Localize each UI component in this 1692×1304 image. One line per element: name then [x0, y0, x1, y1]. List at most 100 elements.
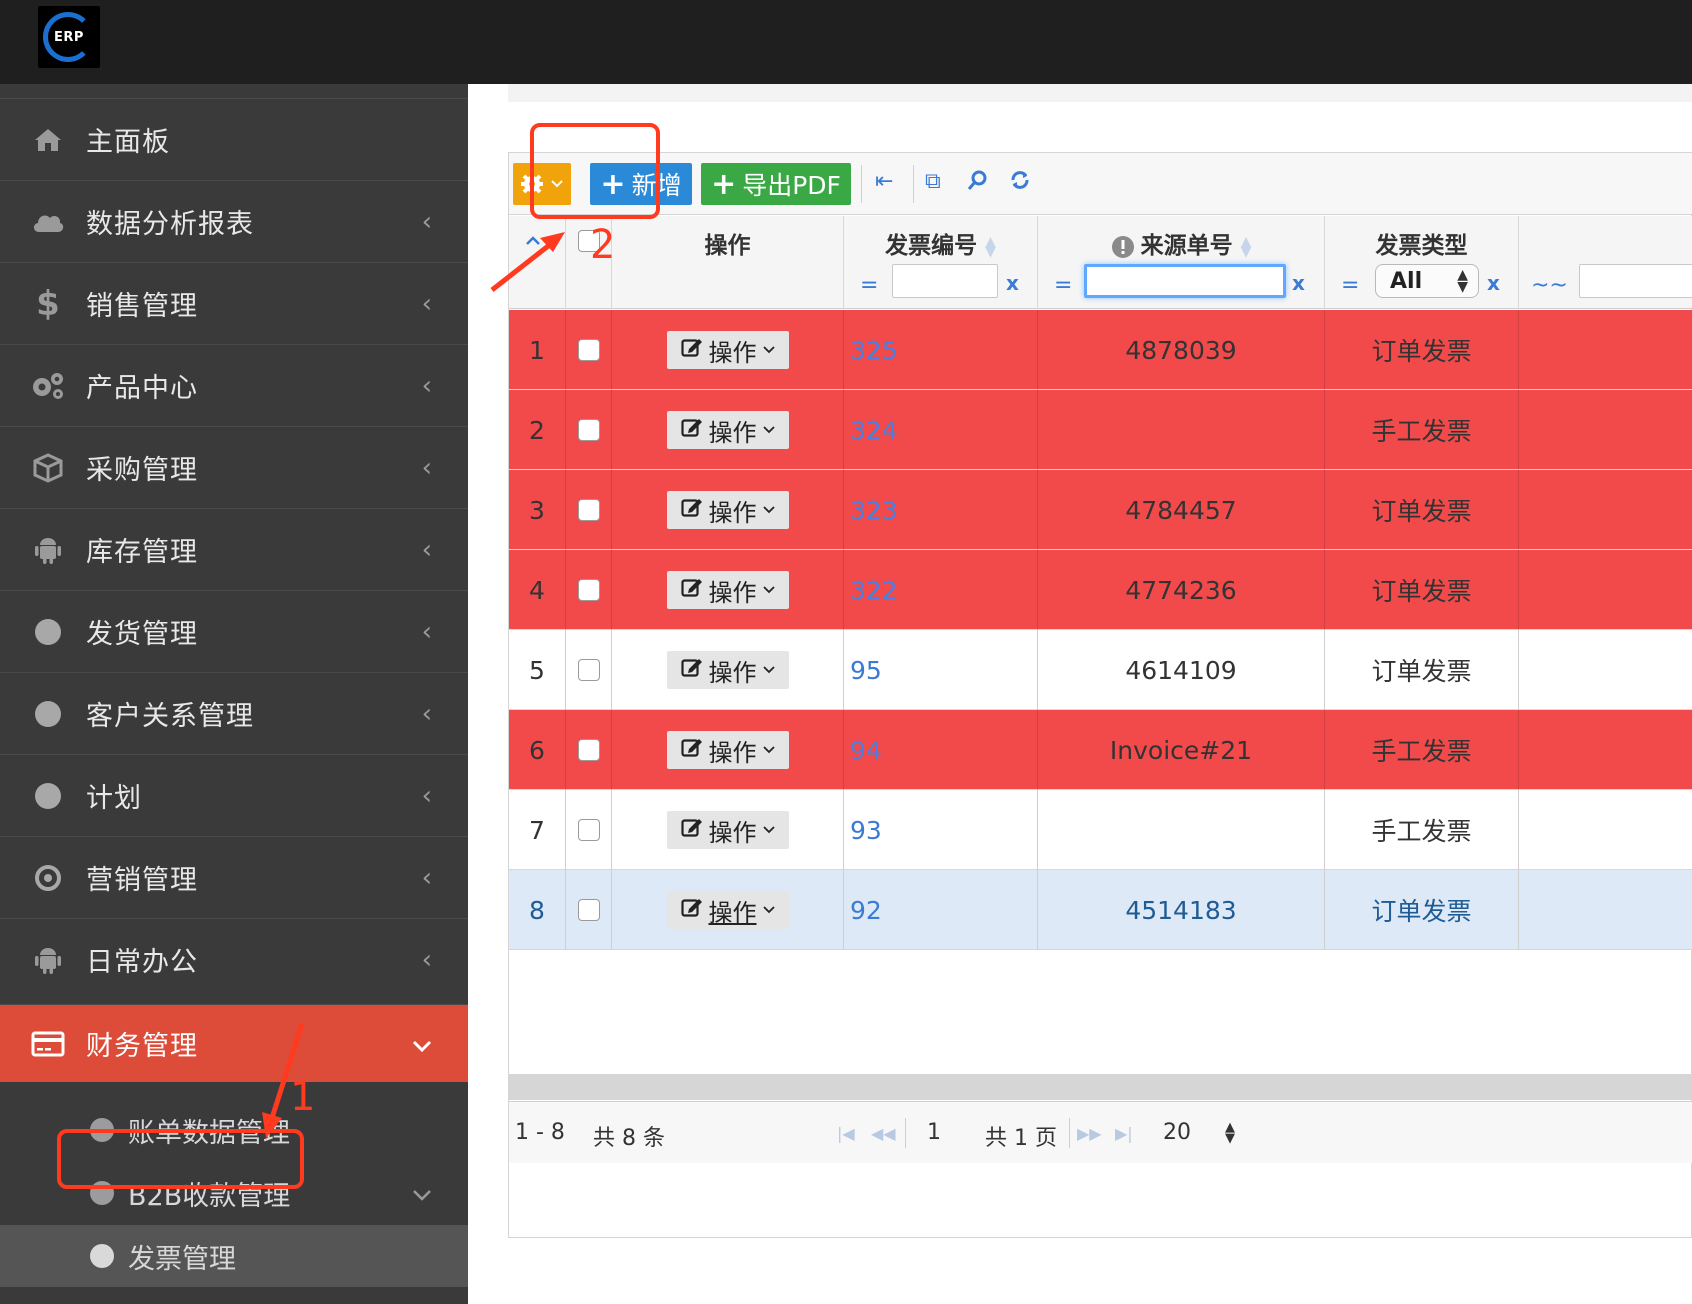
edit-icon	[680, 337, 703, 363]
column-header-source-no[interactable]: 来源单号 ▲ ▼ = x	[1038, 216, 1325, 309]
source-no-cell: 4784457	[1038, 470, 1325, 550]
sidebar-item-crm[interactable]: 客户关系管理 ‹	[0, 672, 468, 754]
sidebar-item-label: 库存管理	[86, 537, 198, 568]
clear-filter-button[interactable]: x	[1006, 271, 1019, 295]
refresh-icon[interactable]	[1009, 169, 1031, 197]
row-action-button[interactable]: 操作	[666, 571, 789, 609]
home-icon	[28, 127, 68, 153]
sidebar-item-label: 财务管理	[86, 1031, 198, 1062]
last-page-icon[interactable]: ▶|	[1115, 1124, 1133, 1143]
erp-logo[interactable]: ERP	[38, 6, 100, 68]
row-action-button[interactable]: 操作	[666, 491, 789, 529]
filter-operator[interactable]: =	[1341, 273, 1359, 298]
invoice-no-cell: 323	[844, 470, 1038, 550]
filter-operator[interactable]: =	[1054, 273, 1072, 298]
chevron-down-icon	[762, 342, 775, 358]
source-no-filter-input[interactable]	[1084, 264, 1286, 298]
export-pdf-button[interactable]: + 导出PDF	[701, 163, 851, 205]
prev-page-icon[interactable]: ◀◀	[871, 1124, 896, 1143]
column-header-invoice-type[interactable]: 发票类型 = All ▲ ▼ x	[1325, 216, 1519, 309]
row-action-button[interactable]: 操作	[666, 731, 789, 769]
invoice-no-link[interactable]: 92	[850, 896, 882, 925]
sidebar-item-office[interactable]: 日常办公 ‹	[0, 918, 468, 1000]
sidebar-item-marketing[interactable]: 营销管理 ‹	[0, 836, 468, 918]
row-action-button[interactable]: 操作	[666, 651, 789, 689]
main-content: + 新增 + 导出PDF ⇤ ⧉ 操作 发票编号 ▲ ▼ = x 来源单号 ▲ …	[468, 84, 1692, 1304]
page-size-arrows-icon[interactable]: ▲ ▼	[1225, 1121, 1235, 1145]
table-row[interactable]: 5 操作 95 4614109 订单发票	[509, 630, 1692, 710]
search-icon[interactable]	[967, 169, 989, 197]
next-page-icon[interactable]: ▶▶	[1077, 1124, 1102, 1143]
row-checkbox[interactable]	[577, 739, 600, 761]
row-checkbox[interactable]	[577, 499, 600, 521]
sidebar-item-plan[interactable]: 计划 ‹	[0, 754, 468, 836]
sidebar-item-reports[interactable]: 数据分析报表 ‹	[0, 180, 468, 262]
source-no-cell: 4878039	[1038, 310, 1325, 390]
sidebar-item-sales[interactable]: $ 销售管理 ‹	[0, 262, 468, 344]
sort-icon[interactable]: ▲ ▼	[1241, 235, 1252, 259]
sidebar-item-finance[interactable]: 财务管理	[0, 1004, 468, 1082]
row-action-label: 操作	[708, 498, 757, 527]
row-number: 7	[509, 790, 566, 870]
table-row[interactable]: 1 操作 325 4878039 订单发票	[509, 310, 1692, 390]
invoice-no-link[interactable]: 93	[850, 816, 882, 845]
row-action-button[interactable]: 操作	[666, 891, 789, 929]
row-checkbox-cell	[566, 710, 612, 790]
sidebar-item-purchasing[interactable]: 采购管理 ‹	[0, 426, 468, 508]
pager-pages: 共 1 页	[985, 1126, 1057, 1151]
invoice-no-link[interactable]: 325	[850, 336, 898, 365]
invoice-no-link[interactable]: 322	[850, 576, 898, 605]
page-size-select[interactable]: 20	[1163, 1120, 1191, 1145]
row-checkbox[interactable]	[577, 899, 600, 921]
first-column-icon[interactable]: ⇤	[875, 169, 893, 194]
sidebar-item-inventory[interactable]: 库存管理 ‹	[0, 508, 468, 590]
invoice-no-link[interactable]: 94	[850, 736, 882, 765]
source-no-cell	[1038, 390, 1325, 470]
invoice-type-filter-select[interactable]: All ▲ ▼	[1375, 264, 1479, 298]
sidebar-subitem-invoices[interactable]: 发票管理	[0, 1225, 468, 1287]
invoice-no-filter-input[interactable]	[892, 264, 998, 298]
collapse-toggle[interactable]	[509, 216, 566, 309]
dollar-icon: $	[36, 283, 60, 324]
horizontal-scrollbar[interactable]	[509, 1074, 1692, 1100]
row-action-button[interactable]: 操作	[666, 331, 789, 369]
table-row[interactable]: 8 操作 92 4514183 订单发票	[509, 870, 1692, 950]
sidebar-item-label: 计划	[86, 783, 142, 814]
sort-icon[interactable]: ▲ ▼	[985, 235, 996, 259]
current-page-input[interactable]: 1	[927, 1120, 941, 1145]
sidebar-item-products[interactable]: 产品中心 ‹	[0, 344, 468, 426]
filter-operator[interactable]: =	[860, 273, 878, 298]
next-filter-input[interactable]	[1579, 264, 1692, 298]
chevron-left-icon: ‹	[421, 616, 432, 647]
columns-icon[interactable]: ⧉	[925, 169, 941, 194]
invoice-no-cell: 93	[844, 790, 1038, 870]
chevron-left-icon: ‹	[421, 206, 432, 237]
row-checkbox[interactable]	[577, 819, 600, 841]
annotation-number-1: 1	[290, 1074, 316, 1120]
row-checkbox[interactable]	[577, 339, 600, 361]
sidebar-item-shipping[interactable]: 发货管理 ‹	[0, 590, 468, 672]
row-checkbox[interactable]	[577, 659, 600, 681]
invoice-no-link[interactable]: 324	[850, 416, 898, 445]
invoice-no-link[interactable]: 323	[850, 496, 898, 525]
source-no-value: 4614109	[1125, 655, 1237, 685]
table-row[interactable]: 7 操作 93 手工发票	[509, 790, 1692, 870]
chevron-up-icon	[526, 236, 540, 245]
table-row[interactable]: 3 操作 323 4784457 订单发票	[509, 470, 1692, 550]
row-action-button[interactable]: 操作	[666, 811, 789, 849]
row-checkbox[interactable]	[577, 419, 600, 441]
first-page-icon[interactable]: |◀	[837, 1124, 855, 1143]
chevron-left-icon: ‹	[421, 370, 432, 401]
clear-filter-button[interactable]: x	[1487, 271, 1500, 295]
table-row[interactable]: 6 操作 94 Invoice#21 手工发票	[509, 710, 1692, 790]
clear-filter-button[interactable]: x	[1292, 271, 1305, 295]
table-row[interactable]: 2 操作 324 手工发票	[509, 390, 1692, 470]
row-action-button[interactable]: 操作	[666, 411, 789, 449]
row-action-label: 操作	[708, 898, 757, 927]
column-header-invoice-no[interactable]: 发票编号 ▲ ▼ = x	[844, 216, 1038, 309]
table-row[interactable]: 4 操作 322 4774236 订单发票	[509, 550, 1692, 630]
filter-operator[interactable]: ~~	[1531, 273, 1568, 298]
sidebar-item-dashboard[interactable]: 主面板	[0, 98, 468, 180]
invoice-no-link[interactable]: 95	[850, 656, 882, 685]
row-checkbox[interactable]	[577, 579, 600, 601]
